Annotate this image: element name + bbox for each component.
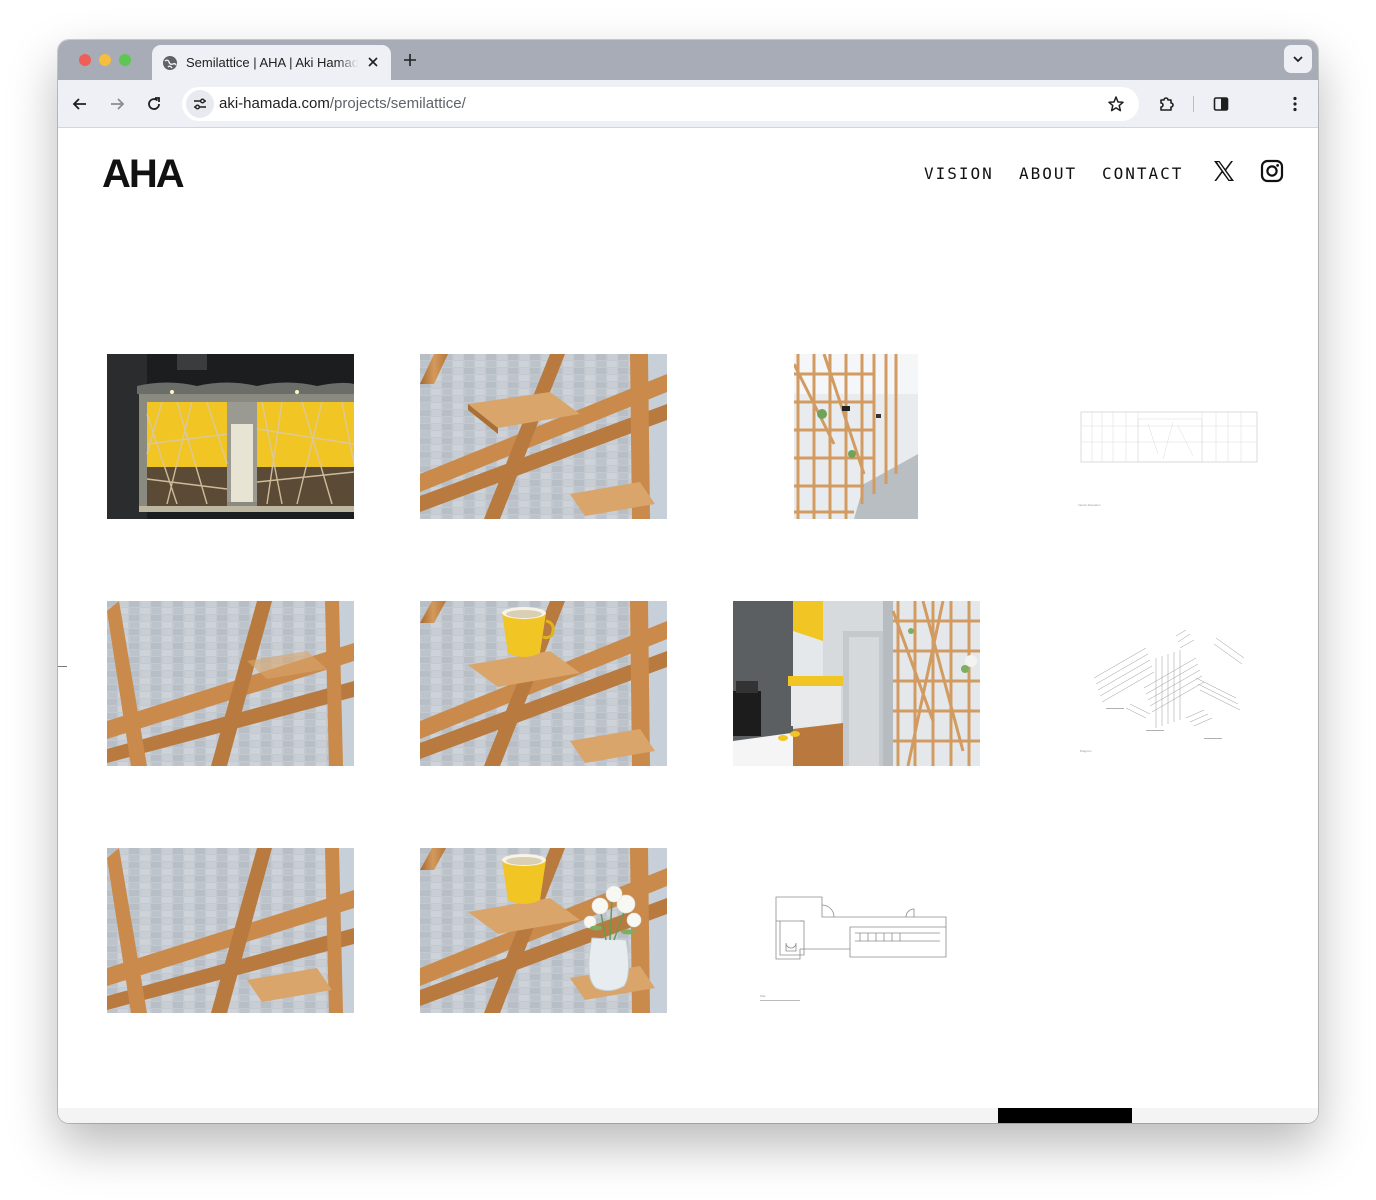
tab-search-button[interactable] <box>1284 45 1312 73</box>
chevron-down-icon <box>1293 56 1303 63</box>
close-window-button[interactable] <box>79 54 91 66</box>
new-tab-icon[interactable] <box>402 52 418 68</box>
globe-icon <box>163 55 177 70</box>
url-text: aki-hamada.com/projects/semilattice/ <box>219 95 466 112</box>
forward-arrow-icon[interactable] <box>108 95 126 113</box>
site-logo[interactable]: AHA <box>102 152 185 197</box>
gallery-drawing-diagram[interactable] <box>1086 618 1250 753</box>
drawing-label-plan: Plan <box>760 994 767 998</box>
browser-toolbar: aki-hamada.com/projects/semilattice/ <box>58 80 1318 128</box>
scale-bar <box>760 1000 800 1001</box>
drawing-label-elevation: Interior Elevation <box>1078 503 1101 507</box>
gallery-image-shelf-detail[interactable] <box>420 354 667 519</box>
side-panel-icon[interactable] <box>1212 95 1230 113</box>
site-settings-button[interactable] <box>186 90 214 118</box>
nav-about[interactable]: ABOUT <box>1019 164 1077 183</box>
page-content: AHA VISION ABOUT CONTACT Interior Elevat… <box>58 128 1318 1123</box>
gallery-image-lattice-corridor[interactable] <box>794 354 918 519</box>
left-edge-marker <box>58 666 67 667</box>
instagram-icon[interactable] <box>1260 159 1284 183</box>
bookmark-star-icon[interactable] <box>1107 95 1125 113</box>
tune-icon <box>194 98 206 110</box>
gallery-drawing-interior-elevation[interactable] <box>1078 404 1260 469</box>
url-domain: aki-hamada.com <box>219 95 330 112</box>
tab-semilattice[interactable]: Semilattice | AHA | Aki Hamada Architect… <box>152 45 391 80</box>
gallery-image-lattice-closeup[interactable] <box>107 601 354 766</box>
gallery-image-interior-counter[interactable] <box>733 601 980 766</box>
x-icon[interactable] <box>1212 159 1236 183</box>
browser-window: Semilattice | AHA | Aki Hamada Architect… <box>58 40 1318 1123</box>
footer-black-block <box>998 1108 1132 1123</box>
address-bar[interactable]: aki-hamada.com/projects/semilattice/ <box>182 87 1139 121</box>
close-tab-icon[interactable] <box>365 54 381 70</box>
tab-strip: Semilattice | AHA | Aki Hamada Architect… <box>58 40 1318 80</box>
toolbar-separator <box>1193 96 1194 112</box>
gallery-image-exterior-night[interactable] <box>107 354 354 519</box>
gallery-image-cup-and-flowers[interactable] <box>420 848 667 1013</box>
nav-vision[interactable]: VISION <box>924 164 994 183</box>
drawing-label-diagram: Diagram <box>1080 749 1092 753</box>
gallery-image-lattice-shelf[interactable] <box>107 848 354 1013</box>
extensions-icon[interactable] <box>1157 95 1175 113</box>
zoom-window-button[interactable] <box>119 54 131 66</box>
minimize-window-button[interactable] <box>99 54 111 66</box>
reload-icon[interactable] <box>145 95 163 113</box>
back-arrow-icon[interactable] <box>71 95 89 113</box>
nav-contact[interactable]: CONTACT <box>1102 164 1183 183</box>
gallery-drawing-plan[interactable] <box>760 891 950 971</box>
url-path: /projects/semilattice/ <box>329 95 466 112</box>
gallery-image-yellow-cup[interactable] <box>420 601 667 766</box>
more-menu-icon[interactable] <box>1286 95 1304 113</box>
tab-title: Semilattice | AHA | Aki Hamada Architect… <box>186 55 358 70</box>
